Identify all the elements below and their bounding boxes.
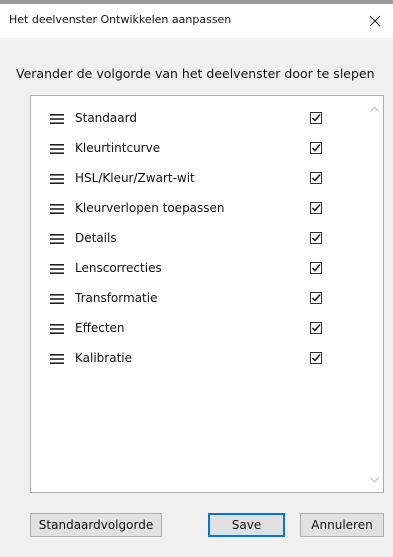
default-order-button[interactable]: Standaardvolgorde xyxy=(30,513,162,537)
checkbox-checked-icon[interactable] xyxy=(310,232,322,244)
list-item-label: Effecten xyxy=(75,321,125,335)
list-item[interactable]: Standaard xyxy=(31,105,367,135)
checkbox-checked-icon[interactable] xyxy=(310,322,322,334)
save-button[interactable]: Save xyxy=(208,513,285,537)
close-button[interactable] xyxy=(357,4,393,38)
drag-handle-icon[interactable] xyxy=(50,113,64,125)
drag-handle-icon[interactable] xyxy=(50,143,64,155)
list-item[interactable]: Transformatie xyxy=(31,285,367,315)
scroll-down-button[interactable] xyxy=(366,471,383,488)
chevron-up-icon xyxy=(370,105,379,112)
drag-handle-icon[interactable] xyxy=(50,203,64,215)
window-title: Het deelvenster Ontwikkelen aanpassen xyxy=(9,13,232,26)
panel-list-items: Standaard Kleurtintcurve HSL/Kleur/Zwart-w… xyxy=(31,105,367,375)
list-item-label: Lenscorrecties xyxy=(75,261,162,275)
checkbox-checked-icon[interactable] xyxy=(310,262,322,274)
drag-handle-icon[interactable] xyxy=(50,263,64,275)
instruction-text: Verander de volgorde van het deelvenster… xyxy=(16,66,375,81)
panel-order-list[interactable]: Standaard Kleurtintcurve HSL/Kleur/Zwart-w… xyxy=(30,95,384,493)
list-item-label: Kalibratie xyxy=(75,351,133,365)
scroll-up-button[interactable] xyxy=(366,100,383,117)
list-item-label: Kleurverlopen toepassen xyxy=(75,201,225,215)
list-item-label: Standaard xyxy=(75,111,137,125)
checkbox-checked-icon[interactable] xyxy=(310,112,322,124)
checkbox-checked-icon[interactable] xyxy=(310,202,322,214)
list-item[interactable]: Lenscorrecties xyxy=(31,255,367,285)
list-item-label: Kleurtintcurve xyxy=(75,141,161,155)
checkbox-checked-icon[interactable] xyxy=(310,172,322,184)
list-item[interactable]: Kleurtintcurve xyxy=(31,135,367,165)
list-item[interactable]: Effecten xyxy=(31,315,367,345)
cancel-button[interactable]: Annuleren xyxy=(300,513,384,537)
checkbox-checked-icon[interactable] xyxy=(310,292,322,304)
list-item-label: Transformatie xyxy=(75,291,158,305)
checkbox-checked-icon[interactable] xyxy=(310,352,322,364)
list-item[interactable]: Kalibratie xyxy=(31,345,367,375)
vertical-scrollbar[interactable] xyxy=(366,96,383,492)
chevron-down-icon xyxy=(370,476,379,483)
drag-handle-icon[interactable] xyxy=(50,323,64,335)
title-bar[interactable]: Het deelvenster Ontwikkelen aanpassen xyxy=(0,4,393,38)
checkbox-checked-icon[interactable] xyxy=(310,142,322,154)
drag-handle-icon[interactable] xyxy=(50,173,64,185)
drag-handle-icon[interactable] xyxy=(50,233,64,245)
drag-handle-icon[interactable] xyxy=(50,353,64,365)
list-item[interactable]: Kleurverlopen toepassen xyxy=(31,195,367,225)
dialog-client-area: Verander de volgorde van het deelvenster… xyxy=(0,38,393,557)
list-item[interactable]: HSL/Kleur/Zwart-wit xyxy=(31,165,367,195)
list-item-label: Details xyxy=(75,231,117,245)
close-icon xyxy=(369,15,381,27)
drag-handle-icon[interactable] xyxy=(50,293,64,305)
list-item-label: HSL/Kleur/Zwart-wit xyxy=(75,171,195,185)
list-item[interactable]: Details xyxy=(31,225,367,255)
